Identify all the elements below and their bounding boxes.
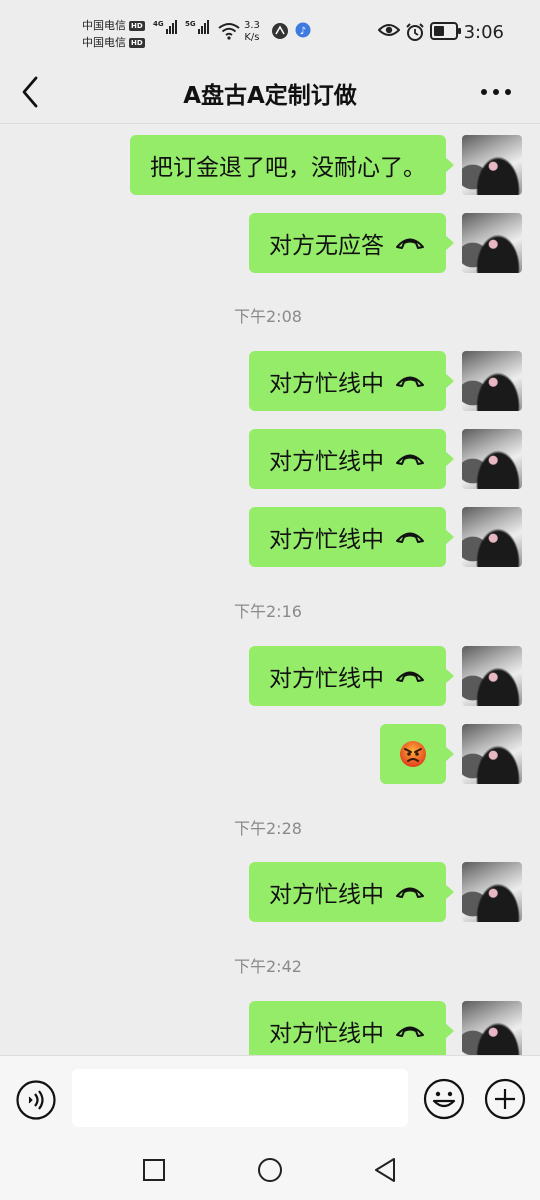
battery-icon <box>430 22 461 40</box>
avatar[interactable] <box>462 862 522 922</box>
more-options-icon[interactable] <box>476 76 516 108</box>
timestamp: 下午2:16 <box>234 602 302 621</box>
emoji-icon[interactable] <box>423 1078 465 1120</box>
hang-up-phone-icon <box>396 671 424 682</box>
message-text: 对方忙线中 <box>269 1021 384 1047</box>
avatar[interactable] <box>462 1001 522 1055</box>
carrier-info: 中国电信 HD 中国电信 HD <box>82 17 145 51</box>
message-list[interactable]: 把订金退了吧，没耐心了。 对方无应答 下午2:08 对方忙线中 对方忙线中 对方… <box>0 125 540 1055</box>
avatar[interactable] <box>462 429 522 489</box>
network-type-2: 5G <box>185 20 196 28</box>
message-text: 对方忙线中 <box>269 371 384 397</box>
hang-up-phone-icon <box>396 238 424 249</box>
hang-up-phone-icon <box>396 532 424 543</box>
music-icon: ♪ <box>295 22 311 38</box>
timestamp: 下午2:42 <box>234 957 302 976</box>
hang-up-phone-icon <box>396 454 424 465</box>
signal-5g-icon: 5G <box>185 20 209 34</box>
message-row: 对方忙线中 <box>249 429 522 489</box>
message-text: 对方忙线中 <box>269 527 384 553</box>
message-text: 对方忙线中 <box>269 449 384 475</box>
call-bubble[interactable]: 对方忙线中 <box>249 862 454 922</box>
wifi-icon <box>218 23 240 40</box>
avatar[interactable] <box>462 646 522 706</box>
home-circle-icon[interactable] <box>256 1156 284 1184</box>
chat-screen: 中国电信 HD 中国电信 HD 4G 5G 3.3 K/s ♪ 3:06 A盘古… <box>0 0 540 1200</box>
system-navigation-bar <box>0 1140 540 1200</box>
network-type-1: 4G <box>153 20 164 28</box>
alarm-icon <box>406 23 424 41</box>
hd-badge: HD <box>129 20 145 31</box>
more-actions-plus-icon[interactable] <box>484 1078 526 1120</box>
signal-4g-icon: 4G <box>153 20 177 34</box>
message-row: 把订金退了吧，没耐心了。 <box>130 135 522 195</box>
message-bubble[interactable]: 把订金退了吧，没耐心了。 <box>130 135 454 195</box>
recent-apps-square-icon[interactable] <box>140 1156 168 1184</box>
avatar[interactable] <box>462 724 522 784</box>
carrier-2-label: 中国电信 <box>82 36 126 49</box>
call-bubble[interactable]: 对方忙线中 <box>249 507 454 567</box>
message-row: 对方无应答 <box>249 213 522 273</box>
emoji-bubble[interactable] <box>380 724 454 784</box>
call-bubble[interactable]: 对方忙线中 <box>249 646 454 706</box>
message-row: 对方忙线中 <box>249 1001 522 1055</box>
carrier-1-label: 中国电信 <box>82 19 126 32</box>
message-row: 对方忙线中 <box>249 507 522 567</box>
call-bubble[interactable]: 对方忙线中 <box>249 1001 454 1055</box>
angry-face-icon <box>400 741 426 767</box>
eye-icon <box>378 24 400 36</box>
call-bubble[interactable]: 对方忙线中 <box>249 351 454 411</box>
hang-up-phone-icon <box>396 1026 424 1037</box>
status-time: 3:06 <box>463 22 504 43</box>
timestamp: 下午2:08 <box>234 307 302 326</box>
hd-badge: HD <box>129 37 145 48</box>
message-text: 对方忙线中 <box>269 882 384 908</box>
avatar[interactable] <box>462 213 522 273</box>
app-notification-icon <box>272 23 288 39</box>
avatar[interactable] <box>462 135 522 195</box>
avatar[interactable] <box>462 507 522 567</box>
message-row: 对方忙线中 <box>249 646 522 706</box>
message-row <box>380 724 522 784</box>
message-row: 对方忙线中 <box>249 862 522 922</box>
input-bar <box>0 1055 540 1140</box>
chat-title: A盘古A定制订做 <box>183 83 357 109</box>
back-triangle-icon[interactable] <box>372 1156 400 1184</box>
message-text: 把订金退了吧，没耐心了。 <box>150 155 426 181</box>
hang-up-phone-icon <box>396 887 424 898</box>
voice-input-icon[interactable] <box>16 1080 56 1120</box>
hang-up-phone-icon <box>396 376 424 387</box>
message-text: 对方无应答 <box>269 233 384 259</box>
message-input[interactable] <box>72 1069 408 1127</box>
call-bubble[interactable]: 对方无应答 <box>249 213 454 273</box>
network-speed: 3.3 K/s <box>244 20 260 43</box>
status-bar: 中国电信 HD 中国电信 HD 4G 5G 3.3 K/s ♪ 3:06 <box>0 0 540 64</box>
message-row: 对方忙线中 <box>249 351 522 411</box>
svg-text:♪: ♪ <box>300 26 306 37</box>
call-bubble[interactable]: 对方忙线中 <box>249 429 454 489</box>
avatar[interactable] <box>462 351 522 411</box>
chat-header: A盘古A定制订做 <box>0 64 540 124</box>
message-text: 对方忙线中 <box>269 666 384 692</box>
timestamp: 下午2:28 <box>234 819 302 838</box>
